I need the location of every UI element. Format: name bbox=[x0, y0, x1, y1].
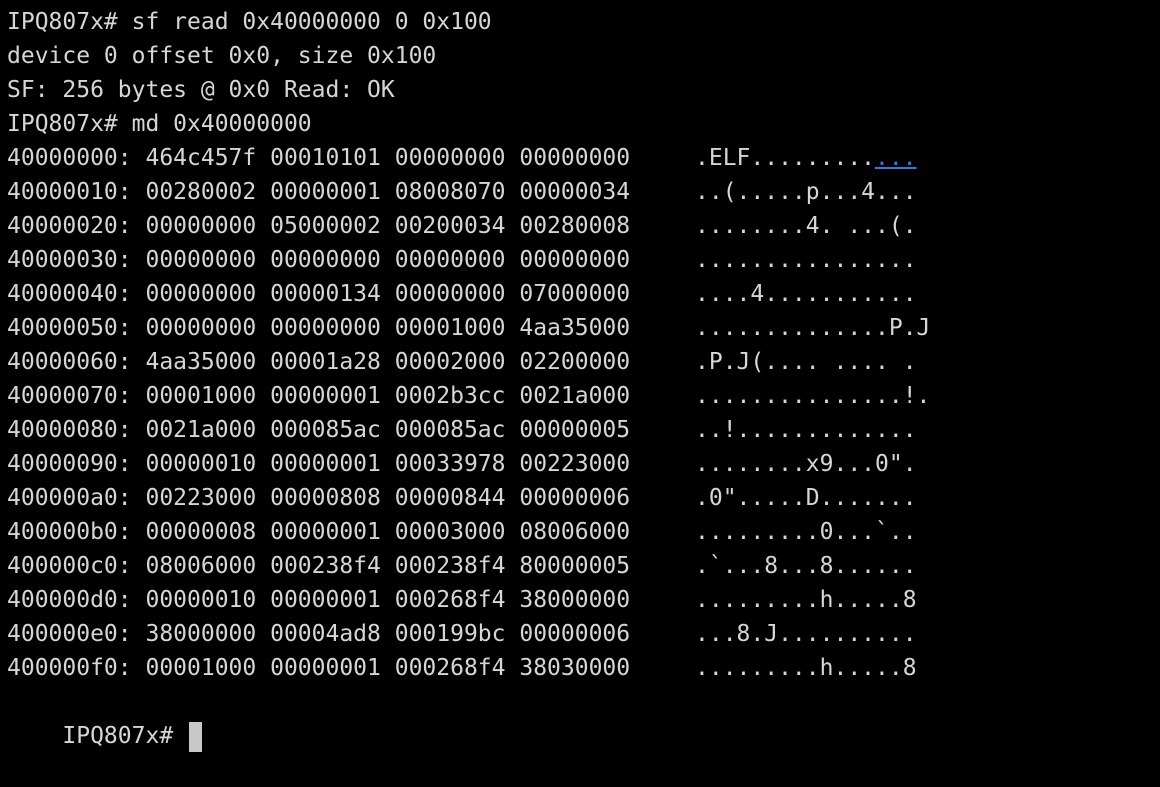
memory-dump-row: 40000090: 00000010 00000001 00033978 002… bbox=[7, 447, 1157, 481]
ascii-link[interactable]: ... bbox=[875, 145, 917, 171]
memory-dump-row: 40000040: 00000000 00000134 00000000 070… bbox=[7, 277, 1157, 311]
ascii-values: .P.J(.... .... . bbox=[695, 349, 917, 375]
hex-values: 40000010: 00280002 00000001 08008070 000… bbox=[7, 179, 631, 205]
ascii-values: .`...8...8...... bbox=[695, 553, 917, 579]
prompt-line[interactable]: IPQ807x# bbox=[7, 685, 1157, 752]
hex-values: 400000e0: 38000000 00004ad8 000199bc 000… bbox=[7, 621, 631, 647]
memory-dump-row: 400000c0: 08006000 000238f4 000238f4 800… bbox=[7, 549, 1157, 583]
ascii-values: ..!............. bbox=[695, 417, 917, 443]
ascii-values: ...............!. bbox=[695, 383, 931, 409]
hex-values: 400000a0: 00223000 00000808 00000844 000… bbox=[7, 485, 631, 511]
memory-dump-row: 400000b0: 00000008 00000001 00003000 080… bbox=[7, 515, 1157, 549]
ascii-values: ........x9...0". bbox=[695, 451, 917, 477]
ascii-values: .ELF............ bbox=[695, 141, 917, 175]
memory-dump-row: 40000070: 00001000 00000001 0002b3cc 002… bbox=[7, 379, 1157, 413]
memory-dump-row: 400000d0: 00000010 00000001 000268f4 380… bbox=[7, 583, 1157, 617]
output-device-info: device 0 offset 0x0, size 0x100 bbox=[7, 43, 437, 69]
ascii-values: ................ bbox=[695, 247, 917, 273]
memory-dump-row: 40000050: 00000000 00000000 00001000 4aa… bbox=[7, 311, 1157, 345]
hex-values: 40000090: 00000010 00000001 00033978 002… bbox=[7, 451, 631, 477]
hex-values: 400000f0: 00001000 00000001 000268f4 380… bbox=[7, 655, 631, 681]
memory-dump-row: 40000060: 4aa35000 00001a28 00002000 022… bbox=[7, 345, 1157, 379]
hex-values: 400000b0: 00000008 00000001 00003000 080… bbox=[7, 519, 631, 545]
memory-dump-row: 40000000: 464c457f 00010101 00000000 000… bbox=[7, 141, 1157, 175]
hex-values: 40000030: 00000000 00000000 00000000 000… bbox=[7, 247, 631, 273]
command-line-sf-read: IPQ807x# sf read 0x40000000 0 0x100 bbox=[7, 9, 492, 35]
hex-values: 400000d0: 00000010 00000001 000268f4 380… bbox=[7, 587, 631, 613]
memory-dump-row: 40000010: 00280002 00000001 08008070 000… bbox=[7, 175, 1157, 209]
memory-dump-row: 40000030: 00000000 00000000 00000000 000… bbox=[7, 243, 1157, 277]
hex-values: 40000000: 464c457f 00010101 00000000 000… bbox=[7, 145, 631, 171]
hex-values: 40000060: 4aa35000 00001a28 00002000 022… bbox=[7, 349, 631, 375]
ascii-values: ....4........... bbox=[695, 281, 917, 307]
memory-dump-row: 40000020: 00000000 05000002 00200034 002… bbox=[7, 209, 1157, 243]
ascii-values: ..............P.J bbox=[695, 315, 931, 341]
memory-dump-row: 40000080: 0021a000 000085ac 000085ac 000… bbox=[7, 413, 1157, 447]
shell-prompt: IPQ807x# bbox=[62, 723, 174, 749]
hex-values: 40000040: 00000000 00000134 00000000 070… bbox=[7, 281, 631, 307]
ascii-text: .ELF......... bbox=[695, 145, 876, 171]
hex-values: 40000020: 00000000 05000002 00200034 002… bbox=[7, 213, 631, 239]
ascii-values: .........0...`.. bbox=[695, 519, 917, 545]
command-line-md: IPQ807x# md 0x40000000 bbox=[7, 111, 312, 137]
hex-values: 40000070: 00001000 00000001 0002b3cc 002… bbox=[7, 383, 631, 409]
ascii-values: .........h.....8 bbox=[695, 587, 917, 613]
ascii-values: ..(.....p...4... bbox=[695, 179, 917, 205]
hex-values: 400000c0: 08006000 000238f4 000238f4 800… bbox=[7, 553, 631, 579]
ascii-values: ...8.J.......... bbox=[695, 621, 917, 647]
hex-values: 40000080: 0021a000 000085ac 000085ac 000… bbox=[7, 417, 631, 443]
memory-dump-row: 400000a0: 00223000 00000808 00000844 000… bbox=[7, 481, 1157, 515]
ascii-values: ........4. ...(. bbox=[695, 213, 917, 239]
output-read-status: SF: 256 bytes @ 0x0 Read: OK bbox=[7, 77, 395, 103]
terminal-output[interactable]: IPQ807x# sf read 0x40000000 0 0x100 devi… bbox=[7, 5, 1157, 752]
ascii-values: .........h.....8 bbox=[695, 655, 917, 681]
memory-dump-row: 400000e0: 38000000 00004ad8 000199bc 000… bbox=[7, 617, 1157, 651]
memory-dump-row: 400000f0: 00001000 00000001 000268f4 380… bbox=[7, 651, 1157, 685]
hex-values: 40000050: 00000000 00000000 00001000 4aa… bbox=[7, 315, 631, 341]
ascii-values: .0".....D....... bbox=[695, 485, 917, 511]
text-cursor bbox=[189, 721, 203, 752]
